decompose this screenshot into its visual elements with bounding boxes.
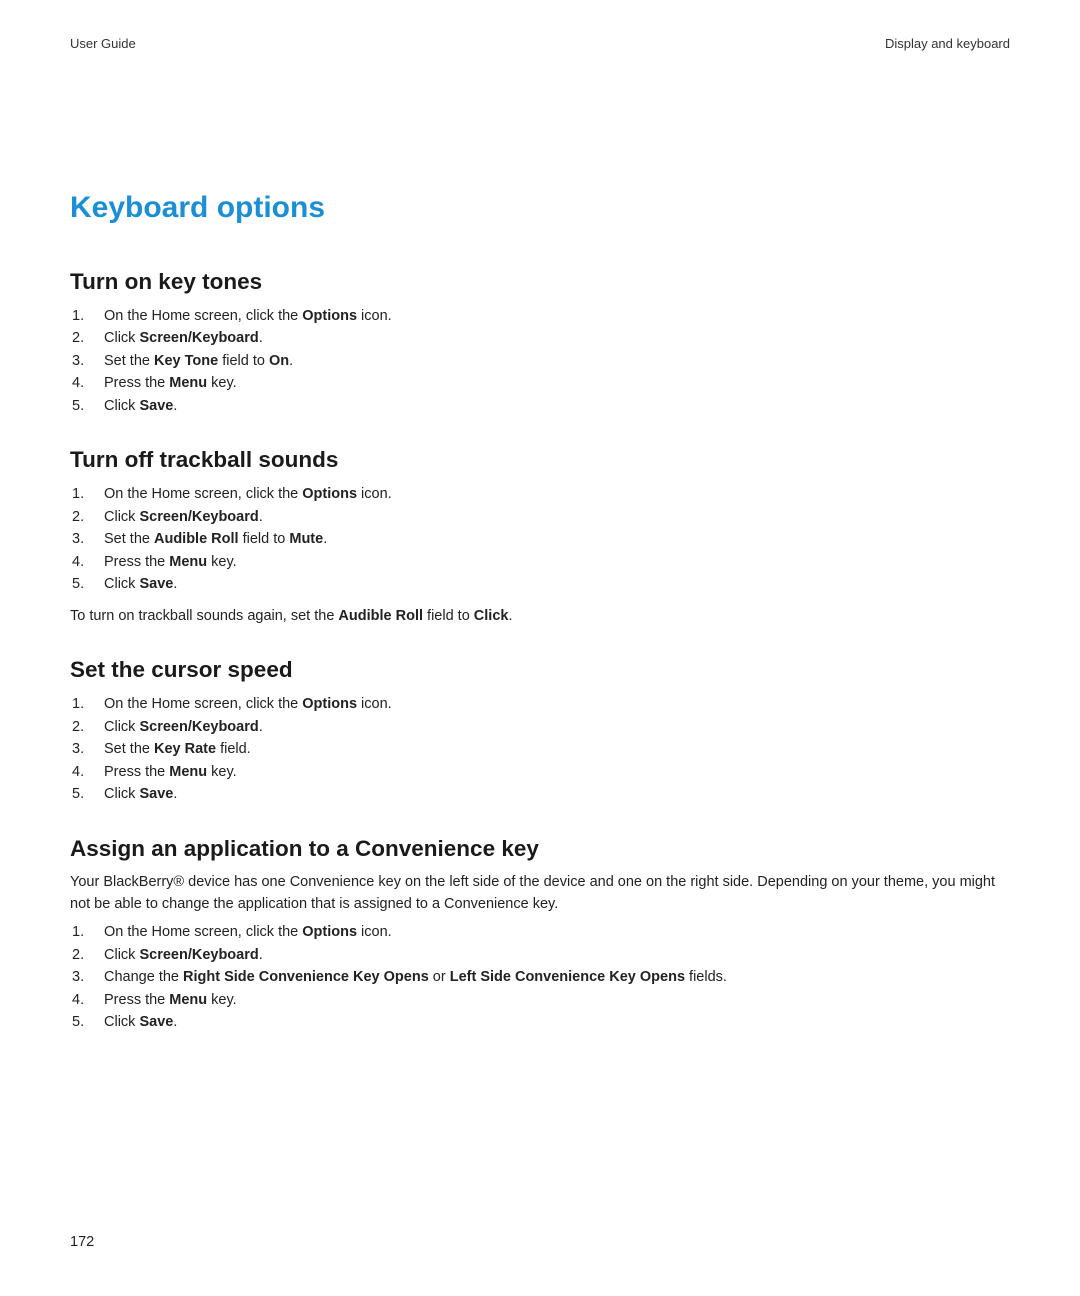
header-right: Display and keyboard [885, 36, 1010, 51]
bold-term: Audible Roll [154, 531, 239, 547]
step-item: Click Save. [70, 783, 1010, 805]
section-note: To turn on trackball sounds again, set t… [70, 606, 1010, 628]
bold-term: Click [474, 608, 509, 624]
step-item: Click Screen/Keyboard. [70, 506, 1010, 528]
section: Turn off trackball sounds On the Home scr… [70, 447, 1010, 627]
bold-term: Screen/Keyboard [139, 719, 258, 735]
step-item: On the Home screen, click the Options ic… [70, 693, 1010, 715]
running-header: User Guide Display and keyboard [70, 36, 1010, 51]
step-item: Set the Key Tone field to On. [70, 350, 1010, 372]
step-item: Press the Menu key. [70, 372, 1010, 394]
section: Set the cursor speed On the Home screen, … [70, 657, 1010, 805]
section: Turn on key tones On the Home screen, cli… [70, 269, 1010, 417]
steps-list: On the Home screen, click the Options ic… [70, 305, 1010, 417]
step-item: Press the Menu key. [70, 989, 1010, 1011]
header-left: User Guide [70, 36, 136, 51]
page-title: Keyboard options [70, 191, 1010, 225]
step-item: Click Save. [70, 1011, 1010, 1033]
step-item: On the Home screen, click the Options ic… [70, 483, 1010, 505]
steps-list: On the Home screen, click the Options ic… [70, 483, 1010, 595]
bold-term: Left Side Convenience Key Opens [450, 969, 685, 985]
bold-term: Menu [169, 554, 207, 570]
bold-term: Screen/Keyboard [139, 947, 258, 963]
bold-term: Save [139, 398, 173, 414]
section-heading: Turn on key tones [70, 269, 1010, 295]
bold-term: Menu [169, 764, 207, 780]
bold-term: Save [139, 1014, 173, 1030]
step-item: Press the Menu key. [70, 761, 1010, 783]
page: User Guide Display and keyboard Keyboard… [0, 0, 1080, 1296]
bold-term: Options [302, 924, 357, 940]
step-item: Click Screen/Keyboard. [70, 716, 1010, 738]
steps-list: On the Home screen, click the Options ic… [70, 693, 1010, 805]
bold-term: Menu [169, 375, 207, 391]
step-item: Set the Audible Roll field to Mute. [70, 528, 1010, 550]
bold-term: Key Rate [154, 741, 216, 757]
step-item: Click Save. [70, 573, 1010, 595]
bold-term: Audible Roll [338, 608, 423, 624]
page-number: 172 [70, 1234, 94, 1250]
step-item: Change the Right Side Convenience Key Op… [70, 966, 1010, 988]
bold-term: Save [139, 576, 173, 592]
step-item: Press the Menu key. [70, 551, 1010, 573]
bold-term: Key Tone [154, 353, 218, 369]
step-item: Click Save. [70, 395, 1010, 417]
step-item: On the Home screen, click the Options ic… [70, 921, 1010, 943]
content-body: Turn on key tones On the Home screen, cli… [70, 269, 1010, 1034]
section-intro: Your BlackBerry® device has one Convenie… [70, 872, 1010, 916]
section-heading: Assign an application to a Convenience k… [70, 836, 1010, 862]
bold-term: Mute [289, 531, 323, 547]
bold-term: Screen/Keyboard [139, 509, 258, 525]
bold-term: Menu [169, 992, 207, 1008]
step-item: On the Home screen, click the Options ic… [70, 305, 1010, 327]
steps-list: On the Home screen, click the Options ic… [70, 921, 1010, 1033]
bold-term: Options [302, 696, 357, 712]
bold-term: Screen/Keyboard [139, 330, 258, 346]
bold-term: Right Side Convenience Key Opens [183, 969, 429, 985]
bold-term: Save [139, 786, 173, 802]
step-item: Set the Key Rate field. [70, 738, 1010, 760]
step-item: Click Screen/Keyboard. [70, 944, 1010, 966]
step-item: Click Screen/Keyboard. [70, 327, 1010, 349]
section-heading: Turn off trackball sounds [70, 447, 1010, 473]
bold-term: On [269, 353, 289, 369]
bold-term: Options [302, 486, 357, 502]
section-heading: Set the cursor speed [70, 657, 1010, 683]
bold-term: Options [302, 308, 357, 324]
section: Assign an application to a Convenience k… [70, 836, 1010, 1034]
